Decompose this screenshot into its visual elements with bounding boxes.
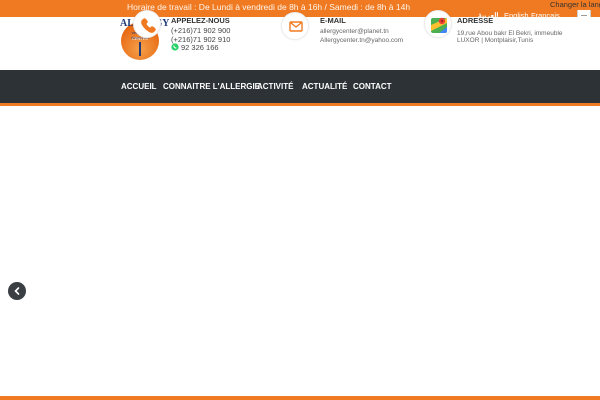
working-hours: Horaire de travail : De Lundi à vendredi…: [127, 2, 411, 12]
address-line-1: 19,rue Abou bakr El Bekri, immeuble: [457, 30, 563, 37]
address-line-2: LUXOR | Montplaisir,Tunis: [457, 37, 534, 44]
main-nav: [0, 70, 600, 103]
nav-item-connaitre-allergie[interactable]: CONNAITRE L'ALLERGIE: [163, 82, 260, 91]
address-title: ADRESSE: [457, 16, 494, 25]
nav-item-actualite[interactable]: ACTUALITÉ: [302, 82, 347, 91]
nav-item-accueil[interactable]: ACCUEIL: [121, 82, 157, 91]
email-title: E-MAIL: [320, 16, 346, 25]
footer-accent-line: [0, 396, 600, 400]
email-address-2[interactable]: Allergycenter.tn@yahoo.com: [320, 37, 403, 44]
google-maps-icon: [431, 17, 447, 33]
email-icon-circle: [281, 12, 309, 40]
map-icon-circle: [424, 10, 452, 38]
chevron-left-icon: [14, 287, 20, 295]
whatsapp-number[interactable]: 92 326 166: [181, 43, 219, 52]
phone-number-1[interactable]: (+216)71 902 900: [171, 26, 230, 35]
phone-title: APPELEZ-NOUS: [171, 16, 230, 25]
nav-item-contact[interactable]: CONTACT: [353, 82, 392, 91]
nav-accent-line: [0, 103, 600, 106]
change-language-label[interactable]: Changer la langue: [550, 0, 600, 9]
whatsapp-icon: [171, 43, 179, 51]
logo-pin: [139, 42, 141, 56]
phone-icon-circle: [133, 10, 161, 38]
phone-icon: [141, 18, 156, 33]
menu-icon: [581, 15, 587, 16]
nav-item-activite[interactable]: ACTIVITÉ: [257, 82, 293, 91]
envelope-icon: [289, 21, 303, 32]
email-address-1[interactable]: allergycenter@planet.tn: [320, 28, 389, 35]
slider-prev-button[interactable]: [8, 282, 26, 300]
